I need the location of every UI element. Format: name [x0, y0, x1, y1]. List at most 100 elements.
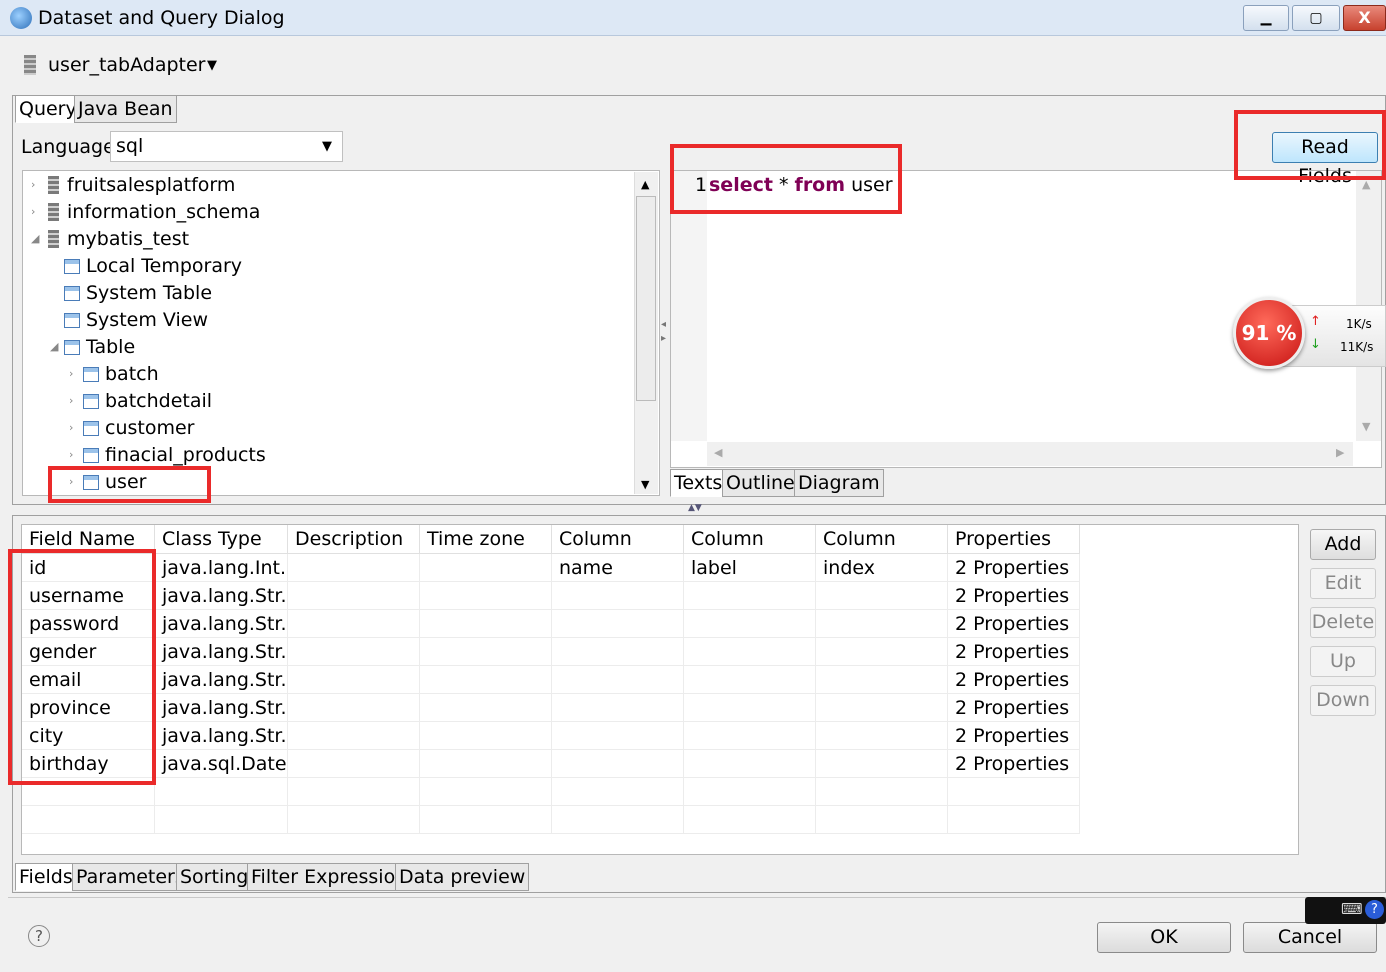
close-button[interactable]: X [1343, 5, 1386, 31]
table-cell[interactable] [552, 750, 684, 778]
cancel-button[interactable]: Cancel [1243, 922, 1377, 953]
down-button[interactable]: Down [1310, 685, 1376, 716]
table-cell[interactable] [684, 610, 816, 638]
collapsed-arrow-icon[interactable]: › [69, 415, 73, 441]
collapse-handle-icon[interactable]: ▲▼ [688, 503, 702, 513]
table-cell[interactable] [288, 694, 420, 722]
table-cell[interactable] [816, 582, 948, 610]
table-cell[interactable] [420, 722, 552, 750]
chevron-down-icon[interactable]: ▼ [207, 58, 217, 73]
table-cell[interactable] [288, 750, 420, 778]
tab-java-bean[interactable]: Java Bean [74, 95, 177, 123]
table-cell[interactable] [816, 694, 948, 722]
table-cell[interactable]: 2 Properties [948, 722, 1080, 750]
tab-texts[interactable]: Texts [670, 469, 727, 497]
speed-percent-badge[interactable]: 91 % [1233, 297, 1305, 369]
table-cell[interactable]: 2 Properties [948, 554, 1080, 582]
table-cell[interactable] [816, 666, 948, 694]
tree-item[interactable]: System View [23, 307, 633, 333]
expanded-arrow-icon[interactable]: ◢ [50, 334, 58, 360]
table-cell[interactable]: java.lang.Str... [155, 722, 288, 750]
keyboard-widget[interactable]: ⌨ ? [1305, 897, 1386, 924]
column-header[interactable]: Class Type [155, 525, 288, 554]
collapsed-arrow-icon[interactable]: › [31, 172, 35, 198]
table-cell[interactable]: 2 Properties [948, 666, 1080, 694]
table-cell[interactable]: java.lang.Str... [155, 582, 288, 610]
ok-button[interactable]: OK [1097, 922, 1231, 953]
table-cell[interactable] [552, 582, 684, 610]
tab-query[interactable]: Query [15, 95, 81, 123]
table-cell[interactable]: 2 Properties [948, 694, 1080, 722]
table-cell[interactable] [420, 610, 552, 638]
table-cell[interactable] [684, 722, 816, 750]
tree-item[interactable]: ◢ Table [23, 334, 633, 360]
minimize-button[interactable]: ▁ [1243, 5, 1289, 31]
tab-sorting[interactable]: Sorting [176, 863, 253, 891]
tree-item[interactable]: › customer [23, 415, 633, 441]
column-header[interactable]: Description [288, 525, 420, 554]
column-header[interactable]: Column index [816, 525, 948, 579]
add-button[interactable]: Add [1310, 529, 1376, 560]
tree-item[interactable]: › fruitsalesplatform [23, 172, 633, 198]
table-cell[interactable] [684, 666, 816, 694]
tab-fields[interactable]: Fields [15, 863, 77, 891]
scroll-right-icon[interactable]: ▶ [1336, 446, 1344, 459]
tab-parameters[interactable]: Parameters [72, 863, 189, 891]
table-cell[interactable] [684, 582, 816, 610]
table-cell[interactable] [684, 750, 816, 778]
tree-item[interactable]: › batch [23, 361, 633, 387]
language-select[interactable]: sql [110, 131, 343, 162]
table-cell[interactable] [552, 610, 684, 638]
tab-filter-expression[interactable]: Filter Expression [247, 863, 412, 891]
collapsed-arrow-icon[interactable]: › [69, 361, 73, 387]
table-cell[interactable] [816, 750, 948, 778]
help-icon[interactable]: ? [28, 925, 50, 947]
table-cell[interactable] [816, 554, 948, 582]
table-cell[interactable] [420, 666, 552, 694]
table-cell[interactable] [288, 554, 420, 582]
tab-data-preview[interactable]: Data preview [395, 863, 530, 891]
edit-button[interactable]: Edit [1310, 568, 1376, 599]
table-cell[interactable] [552, 722, 684, 750]
table-cell[interactable] [684, 694, 816, 722]
table-cell[interactable] [420, 638, 552, 666]
column-header[interactable]: Column name [552, 525, 684, 579]
column-header[interactable]: Column label [684, 525, 816, 579]
table-cell[interactable] [288, 582, 420, 610]
scroll-left-icon[interactable]: ◀ [714, 446, 722, 459]
table-cell[interactable]: 2 Properties [948, 750, 1080, 778]
column-header[interactable]: Properties [948, 525, 1080, 554]
table-cell[interactable]: 2 Properties [948, 610, 1080, 638]
table-cell[interactable]: java.lang.Str... [155, 666, 288, 694]
splitter-handle[interactable]: ◂ ▸ [661, 318, 666, 346]
table-cell[interactable]: 2 Properties [948, 638, 1080, 666]
table-cell[interactable] [684, 554, 816, 582]
table-cell[interactable] [288, 722, 420, 750]
tree-item[interactable]: › finacial_products [23, 442, 633, 468]
table-cell[interactable] [816, 722, 948, 750]
table-cell[interactable] [552, 694, 684, 722]
table-cell[interactable] [420, 582, 552, 610]
maximize-button[interactable]: ▢ [1292, 5, 1340, 31]
scroll-up-icon[interactable]: ▲ [641, 178, 649, 191]
tab-diagram[interactable]: Diagram [794, 469, 884, 497]
tree-item[interactable]: › batchdetail [23, 388, 633, 414]
expanded-arrow-icon[interactable]: ◢ [31, 226, 39, 252]
table-cell[interactable] [288, 666, 420, 694]
collapsed-arrow-icon[interactable]: › [69, 388, 73, 414]
tab-outline[interactable]: Outline [722, 469, 799, 497]
delete-button[interactable]: Delete [1310, 607, 1376, 638]
editor-horizontal-scrollbar[interactable] [707, 442, 1353, 466]
table-cell[interactable]: 2 Properties [948, 582, 1080, 610]
table-cell[interactable] [816, 638, 948, 666]
tree-scroll-thumb[interactable] [636, 196, 656, 401]
scroll-down-icon[interactable]: ▼ [1362, 420, 1370, 433]
tree-item[interactable]: Local Temporary [23, 253, 633, 279]
collapsed-arrow-icon[interactable]: › [31, 199, 35, 225]
table-cell[interactable] [684, 638, 816, 666]
table-cell[interactable] [552, 638, 684, 666]
table-cell[interactable] [288, 638, 420, 666]
table-cell[interactable]: java.lang.Int... [155, 554, 288, 582]
table-cell[interactable] [420, 750, 552, 778]
table-cell[interactable] [288, 610, 420, 638]
